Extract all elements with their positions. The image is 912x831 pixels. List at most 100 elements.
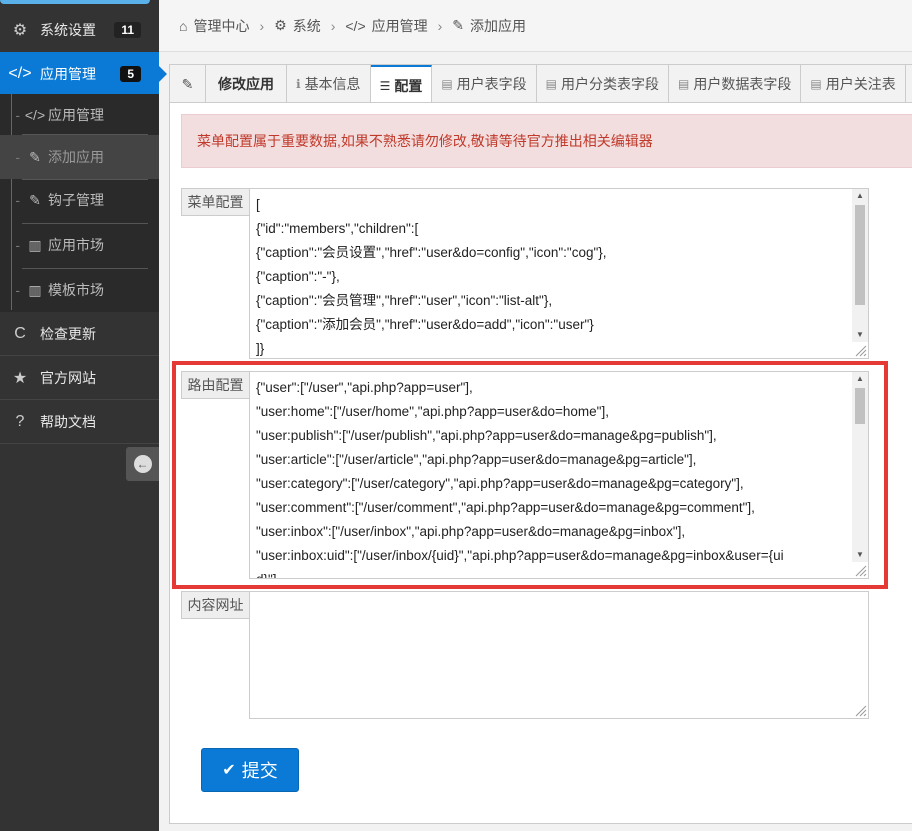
database-icon: ▤ [678, 77, 690, 91]
database-icon: ▤ [810, 77, 822, 91]
code-line: {"user":["/user","api.php?app=user"], [256, 380, 473, 395]
sidebar-collapse-button[interactable]: ← [126, 447, 159, 481]
tab-edit-app[interactable]: 修改应用 [206, 65, 287, 102]
code-line: "user:home":["/user/home","api.php?app=u… [256, 404, 609, 419]
code-icon: </> [345, 17, 366, 34]
question-icon: ? [15, 413, 25, 430]
sidebar-item-official-site[interactable]: ★ 官方网站 [0, 356, 159, 400]
tab-user-category-fields[interactable]: ▤ 用户分类表字段 [537, 65, 670, 102]
scroll-up-icon[interactable]: ▲ [852, 189, 868, 203]
sidebar-item-label: 应用管理 [40, 66, 96, 82]
database-icon: ▤ [441, 77, 453, 91]
code-line: {"caption":"会员管理","href":"user","icon":"… [256, 293, 553, 308]
chevron-right-icon: › [330, 17, 336, 34]
divider [0, 443, 159, 444]
bank-icon: ▥ [28, 236, 42, 253]
sidebar-item-label: 帮助文档 [40, 414, 96, 430]
scroll-thumb[interactable] [855, 388, 865, 424]
submenu-item-hook-management[interactable]: - ✎ 钩子管理 [0, 178, 159, 222]
bank-icon: ▥ [28, 281, 42, 298]
code-line: ]} [256, 341, 265, 356]
code-line: "user:publish":["/user/publish","api.php… [256, 428, 717, 443]
menu-config-label: 菜单配置 [181, 188, 249, 216]
code-line: {"caption":"-"}, [256, 269, 340, 284]
database-icon: ▤ [545, 77, 558, 91]
tab-basic-info[interactable]: ℹ 基本信息 [287, 65, 371, 102]
refresh-icon: C [14, 325, 26, 342]
code-line: [ [256, 197, 260, 212]
scroll-thumb[interactable] [855, 205, 865, 305]
list-icon: ☰ [379, 78, 391, 93]
arrow-left-icon: ← [133, 455, 152, 473]
edit-icon: ✎ [29, 148, 41, 165]
check-icon: ✔ [222, 762, 236, 779]
tab-edit-icon[interactable]: ✎ [170, 65, 206, 102]
menu-config-content: [{"id":"members","children":[{"caption":… [256, 193, 850, 358]
tab-user-table-fields[interactable]: ▤ 用户表字段 [432, 65, 537, 102]
breadcrumb-item[interactable]: 系统 [293, 16, 321, 36]
sidebar-item-label: 检查更新 [40, 326, 96, 342]
code-line: "user:comment":["/user/comment","api.php… [256, 500, 755, 515]
sidebar: ⚙ 系统设置 11 </> 应用管理 5 - </> 应用管理 - ✎ 添加应用… [0, 0, 167, 831]
gear-icon: ⚙ [274, 17, 287, 33]
alert-text: 菜单配置属于重要数据,如果不熟悉请勿修改,敬请等待官方推出相关编辑器 [197, 133, 653, 149]
chevron-right-icon: › [259, 17, 265, 34]
resize-handle-icon[interactable] [853, 563, 867, 577]
code-line: "user:article":["/user/article","api.php… [256, 452, 697, 467]
submenu-item-label: 模板市场 [48, 282, 104, 298]
sidebar-item-label: 系统设置 [40, 22, 96, 38]
submenu-item-add-app[interactable]: - ✎ 添加应用 [0, 135, 159, 179]
info-icon: ℹ [296, 77, 301, 91]
warning-alert: 菜单配置属于重要数据,如果不熟悉请勿修改,敬请等待官方推出相关编辑器 [181, 114, 912, 168]
scroll-up-icon[interactable]: ▲ [852, 372, 868, 386]
resize-handle-icon[interactable] [853, 703, 867, 717]
code-line: {"caption":"添加会员","href":"user&do=add","… [256, 317, 594, 332]
scroll-down-icon[interactable]: ▼ [852, 328, 868, 342]
main-panel: ✎ 修改应用 ℹ 基本信息 ☰ 配置 ▤ 用户表字段 ▤ 用户分类表字段 ▤ 用… [169, 64, 912, 824]
code-line: "user:category":["/user/category","api.p… [256, 476, 744, 491]
submit-label: 提交 [241, 761, 278, 781]
sidebar-item-label: 官方网站 [40, 370, 96, 386]
submenu-item-app-management[interactable]: - </> 应用管理 [0, 93, 159, 137]
submit-button[interactable]: ✔ 提交 [201, 748, 299, 792]
logo [0, 0, 150, 4]
route-config-label: 路由配置 [181, 371, 249, 399]
submenu-item-label: 钩子管理 [48, 192, 104, 208]
sidebar-item-app-management[interactable]: </> 应用管理 5 [0, 52, 167, 96]
sidebar-item-help-docs[interactable]: ? 帮助文档 [0, 400, 159, 444]
tab-user-follow-table[interactable]: ▤ 用户关注表 [801, 65, 906, 102]
submenu-item-label: 应用管理 [48, 107, 104, 123]
home-icon: ⌂ [179, 17, 188, 34]
plug-icon: ✎ [29, 191, 41, 208]
code-icon: </> [24, 107, 46, 123]
tab-config[interactable]: ☰ 配置 [370, 65, 433, 102]
code-line: "user:inbox:uid":["/user/inbox/{uid}","a… [256, 548, 784, 563]
breadcrumb-item: 添加应用 [470, 17, 527, 34]
scrollbar[interactable]: ▲ ▼ [852, 372, 868, 562]
gear-icon: ⚙ [12, 22, 28, 39]
breadcrumb-item[interactable]: 管理中心 [193, 16, 249, 36]
code-line: "user:inbox":["/user/inbox","api.php?app… [256, 524, 686, 539]
submenu-item-template-market[interactable]: - ▥ 模板市场 [0, 268, 159, 312]
content-url-textarea[interactable] [249, 591, 869, 719]
submenu-item-label: 应用市场 [48, 237, 104, 253]
breadcrumb-item[interactable]: 应用管理 [372, 16, 428, 36]
code-line: {"caption":"会员设置","href":"user&do=config… [256, 245, 607, 260]
star-icon: ★ [12, 370, 28, 387]
route-config-textarea[interactable]: {"user":["/user","api.php?app=user"], "us… [249, 371, 869, 579]
breadcrumb: ⌂ 管理中心 › ⚙ 系统 › </> 应用管理 › ✎ 添加应用 [159, 0, 912, 52]
count-badge: 11 [114, 22, 141, 38]
code-icon: </> [8, 65, 32, 82]
tab-user-data-fields[interactable]: ▤ 用户数据表字段 [669, 65, 802, 102]
chevron-right-icon: › [437, 17, 443, 34]
resize-handle-icon[interactable] [853, 343, 867, 357]
pencil-icon: ✎ [181, 75, 194, 92]
scroll-down-icon[interactable]: ▼ [852, 548, 868, 562]
sidebar-item-system-settings[interactable]: ⚙ 系统设置 11 [0, 8, 159, 52]
submenu-item-app-market[interactable]: - ▥ 应用市场 [0, 223, 159, 267]
code-line: d}"] [256, 568, 850, 578]
menu-config-textarea[interactable]: [{"id":"members","children":[{"caption":… [249, 188, 869, 359]
scrollbar[interactable]: ▲ ▼ [852, 189, 868, 342]
sidebar-item-check-update[interactable]: C 检查更新 [0, 312, 159, 356]
count-badge: 5 [120, 66, 141, 82]
